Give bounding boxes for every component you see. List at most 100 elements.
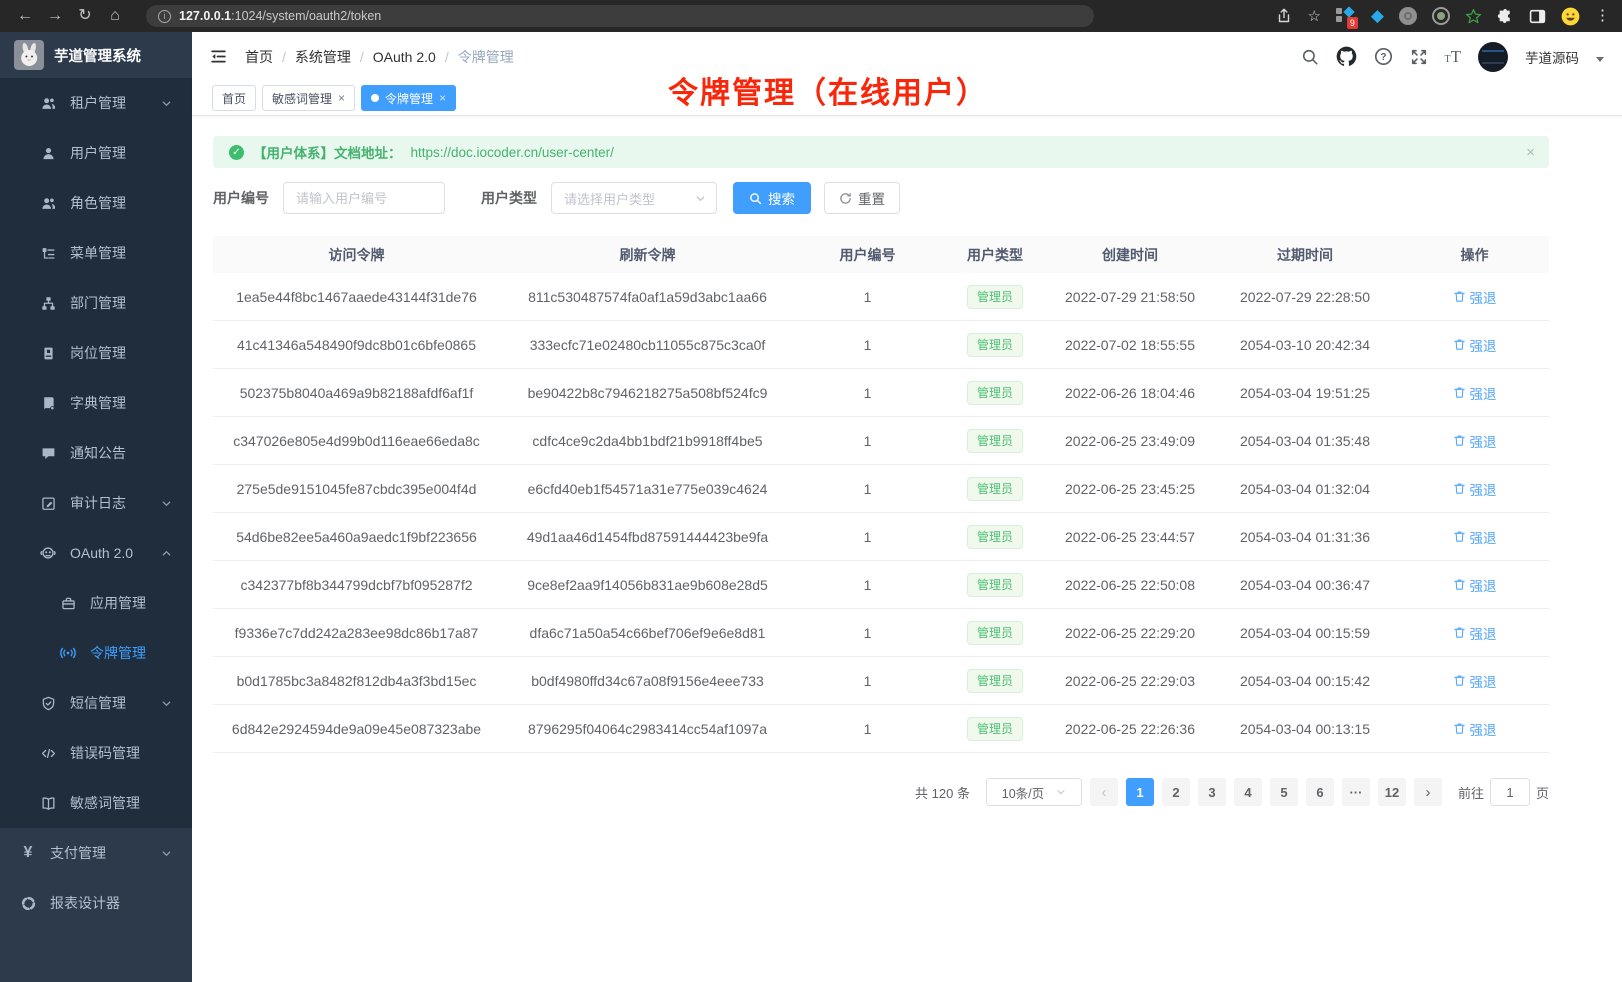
sidebar-item-report-designer[interactable]: 报表设计器: [0, 878, 192, 928]
expire-time: 2054-03-04 01:31:36: [1210, 529, 1400, 545]
user-type-badge: 管理员: [967, 525, 1023, 549]
user-id: 1: [795, 385, 940, 401]
sidebar-item-sms[interactable]: 短信管理: [0, 678, 192, 728]
open-book-icon: [40, 796, 56, 811]
force-logout-button[interactable]: 强退: [1453, 383, 1497, 403]
page-button-3[interactable]: 3: [1198, 778, 1226, 806]
sidebar-item-error-code[interactable]: 错误码管理: [0, 728, 192, 778]
doc-link[interactable]: https://doc.iocoder.cn/user-center/: [411, 145, 614, 160]
tab-sensitive-word[interactable]: 敏感词管理 ×: [262, 85, 355, 111]
page-button-6[interactable]: 6: [1306, 778, 1334, 806]
sidebar-item-oauth-token[interactable]: 令牌管理: [0, 628, 192, 678]
force-logout-button[interactable]: 强退: [1453, 575, 1497, 595]
profile-avatar-icon[interactable]: [1561, 7, 1580, 26]
sidebar-item-oauth-app[interactable]: 应用管理: [0, 578, 192, 628]
sidebar-fold-icon[interactable]: [210, 48, 227, 65]
tab-token-active[interactable]: 令牌管理 ×: [361, 85, 456, 111]
sidebar-item-post[interactable]: 岗位管理: [0, 328, 192, 378]
force-logout-button[interactable]: 强退: [1453, 623, 1497, 643]
breadcrumb-current: 令牌管理: [458, 47, 514, 67]
gray-extension-icon[interactable]: [1399, 7, 1417, 25]
token-table: 访问令牌 刷新令牌 用户编号 用户类型 创建时间 过期时间 操作 1ea5e44…: [213, 236, 1549, 753]
back-icon[interactable]: ←: [12, 3, 38, 29]
refresh-token: b0df4980ffd34c67a08f9156e4eee733: [500, 673, 795, 689]
fullscreen-icon[interactable]: [1410, 48, 1428, 66]
force-logout-button[interactable]: 强退: [1453, 527, 1497, 547]
forward-icon[interactable]: →: [42, 3, 68, 29]
more-pages-button[interactable]: ···: [1342, 778, 1370, 806]
sidebar-item-audit-log[interactable]: 审计日志: [0, 478, 192, 528]
search-button[interactable]: 搜索: [733, 182, 811, 214]
gem-extension-icon[interactable]: ◆: [1371, 6, 1384, 26]
col-expires: 过期时间: [1210, 245, 1400, 265]
next-page-button[interactable]: ›: [1414, 778, 1442, 806]
avatar[interactable]: [1478, 42, 1508, 72]
bookmark-star-icon[interactable]: ☆: [1307, 7, 1320, 25]
close-icon[interactable]: ×: [338, 91, 345, 105]
app-title: 芋道管理系统: [54, 45, 141, 66]
sidebar-item-pay[interactable]: ¥ 支付管理: [0, 828, 192, 878]
page-button-1[interactable]: 1: [1126, 778, 1154, 806]
sidebar-item-oauth[interactable]: OAuth 2.0: [0, 528, 192, 578]
user-menu-caret-icon[interactable]: [1596, 57, 1604, 62]
page-button-12[interactable]: 12: [1378, 778, 1406, 806]
record-extension-icon[interactable]: [1432, 7, 1450, 25]
prev-page-button[interactable]: ‹: [1090, 778, 1118, 806]
force-logout-button[interactable]: 强退: [1453, 431, 1497, 451]
page-button-4[interactable]: 4: [1234, 778, 1262, 806]
user-id-input[interactable]: [283, 182, 445, 214]
chevron-down-icon: [161, 498, 172, 509]
site-info-icon[interactable]: i: [158, 10, 171, 23]
puzzle-extensions-icon[interactable]: [1497, 8, 1514, 25]
font-size-icon[interactable]: TT: [1445, 47, 1462, 67]
sidepanel-icon[interactable]: [1529, 8, 1546, 25]
reload-icon[interactable]: ↻: [72, 3, 98, 29]
address-bar[interactable]: i 127.0.0.1:1024/system/oauth2/token: [146, 5, 1094, 27]
force-logout-button[interactable]: 强退: [1453, 479, 1497, 499]
user-type-select[interactable]: 请选择用户类型: [551, 182, 717, 214]
close-icon[interactable]: ×: [439, 91, 446, 105]
sidebar-item-role[interactable]: 角色管理: [0, 178, 192, 228]
delete-icon: [1453, 386, 1466, 399]
force-logout-button[interactable]: 强退: [1453, 719, 1497, 739]
breadcrumb-oauth[interactable]: OAuth 2.0: [373, 49, 436, 65]
expire-time: 2054-03-04 01:35:48: [1210, 433, 1400, 449]
force-logout-button[interactable]: 强退: [1453, 287, 1497, 307]
home-icon[interactable]: ⌂: [102, 3, 128, 29]
expire-time: 2054-03-04 00:15:59: [1210, 625, 1400, 641]
github-icon[interactable]: [1336, 46, 1357, 67]
extension-grid-icon[interactable]: 9: [1336, 7, 1356, 25]
col-access-token: 访问令牌: [213, 245, 500, 265]
alert-close-icon[interactable]: ×: [1526, 144, 1535, 161]
star-extension-icon[interactable]: [1465, 8, 1482, 25]
page-size-select[interactable]: 10条/页: [986, 778, 1082, 806]
page-button-2[interactable]: 2: [1162, 778, 1190, 806]
reset-button[interactable]: 重置: [824, 182, 900, 214]
sidebar-item-sensitive-word[interactable]: 敏感词管理: [0, 778, 192, 828]
col-refresh-token: 刷新令牌: [500, 245, 795, 265]
tab-home[interactable]: 首页: [212, 85, 256, 111]
goto-page-input[interactable]: [1490, 778, 1530, 806]
table-row: 275e5de9151045fe87cbdc395e004f4d e6cfd40…: [213, 465, 1549, 513]
sidebar-item-menu[interactable]: 菜单管理: [0, 228, 192, 278]
share-icon[interactable]: [1276, 8, 1292, 24]
help-icon[interactable]: ?: [1374, 47, 1393, 66]
sidebar-item-user[interactable]: 用户管理: [0, 128, 192, 178]
page-button-5[interactable]: 5: [1270, 778, 1298, 806]
sidebar-item-tenant[interactable]: 租户管理: [0, 78, 192, 128]
breadcrumb-home[interactable]: 首页: [245, 47, 273, 67]
delete-icon: [1453, 482, 1466, 495]
app-logo[interactable]: 芋道管理系统: [0, 32, 192, 78]
force-logout-button[interactable]: 强退: [1453, 335, 1497, 355]
user-name[interactable]: 芋道源码: [1525, 47, 1579, 67]
sidebar-item-notice[interactable]: 通知公告: [0, 428, 192, 478]
force-logout-button[interactable]: 强退: [1453, 671, 1497, 691]
created-time: 2022-07-29 21:58:50: [1050, 289, 1210, 305]
access-token: 1ea5e44f8bc1467aaede43144f31de76: [213, 289, 500, 305]
user-type-badge: 管理员: [967, 285, 1023, 309]
breadcrumb-system[interactable]: 系统管理: [295, 47, 351, 67]
browser-menu-icon[interactable]: ⋮: [1595, 11, 1610, 21]
sidebar-item-dept[interactable]: 部门管理: [0, 278, 192, 328]
search-icon[interactable]: [1301, 48, 1319, 66]
sidebar-item-dict[interactable]: 字典管理: [0, 378, 192, 428]
